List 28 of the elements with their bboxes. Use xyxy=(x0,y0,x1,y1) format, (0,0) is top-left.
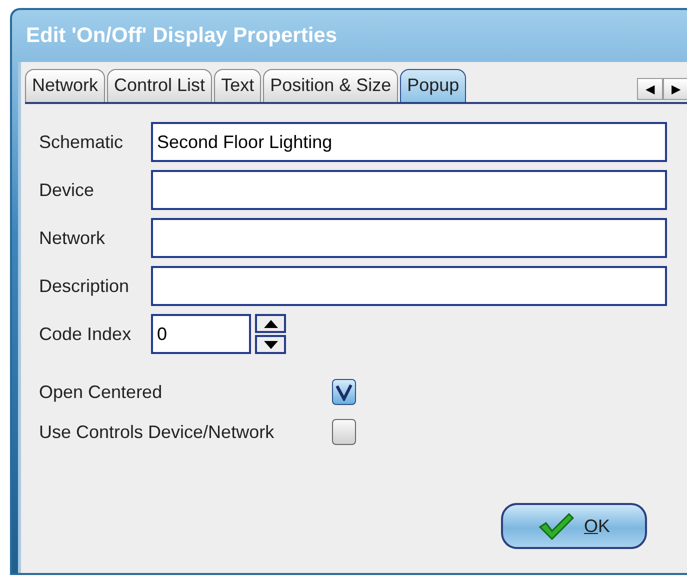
ok-button[interactable]: OK xyxy=(501,503,647,549)
scroll-right-button[interactable]: ▶ xyxy=(663,78,687,100)
number-field[interactable]: 0 xyxy=(151,314,251,354)
checkbox-label: Open Centered xyxy=(39,380,164,404)
tab[interactable]: Control List xyxy=(107,69,212,102)
checkmark-icon xyxy=(538,512,574,540)
field-label: Description xyxy=(39,274,130,298)
text-field[interactable] xyxy=(151,218,667,258)
text-field[interactable]: Second Floor Lighting xyxy=(151,122,667,162)
text-field[interactable] xyxy=(151,266,667,306)
field-label: Network xyxy=(39,226,106,250)
checkbox-label: Use Controls Device/Network xyxy=(39,420,276,444)
triangle-up-icon xyxy=(264,320,278,328)
tab[interactable]: Popup xyxy=(400,69,466,102)
scroll-left-button[interactable]: ◀ xyxy=(637,78,663,100)
field-label: Schematic xyxy=(39,130,124,154)
tab[interactable]: Position & Size xyxy=(263,69,398,102)
tab[interactable]: Network xyxy=(25,69,106,102)
checkbox[interactable] xyxy=(332,379,356,405)
spin-up-button[interactable] xyxy=(255,314,286,333)
spin-down-button[interactable] xyxy=(255,335,286,354)
text-field[interactable] xyxy=(151,170,667,210)
field-label: Code Index xyxy=(39,322,132,346)
triangle-down-icon xyxy=(264,340,278,349)
tab[interactable]: Text xyxy=(214,69,262,102)
checkbox[interactable] xyxy=(332,419,356,445)
window-title: Edit 'On/Off' Display Properties xyxy=(26,23,338,50)
field-label: Device xyxy=(39,178,96,202)
